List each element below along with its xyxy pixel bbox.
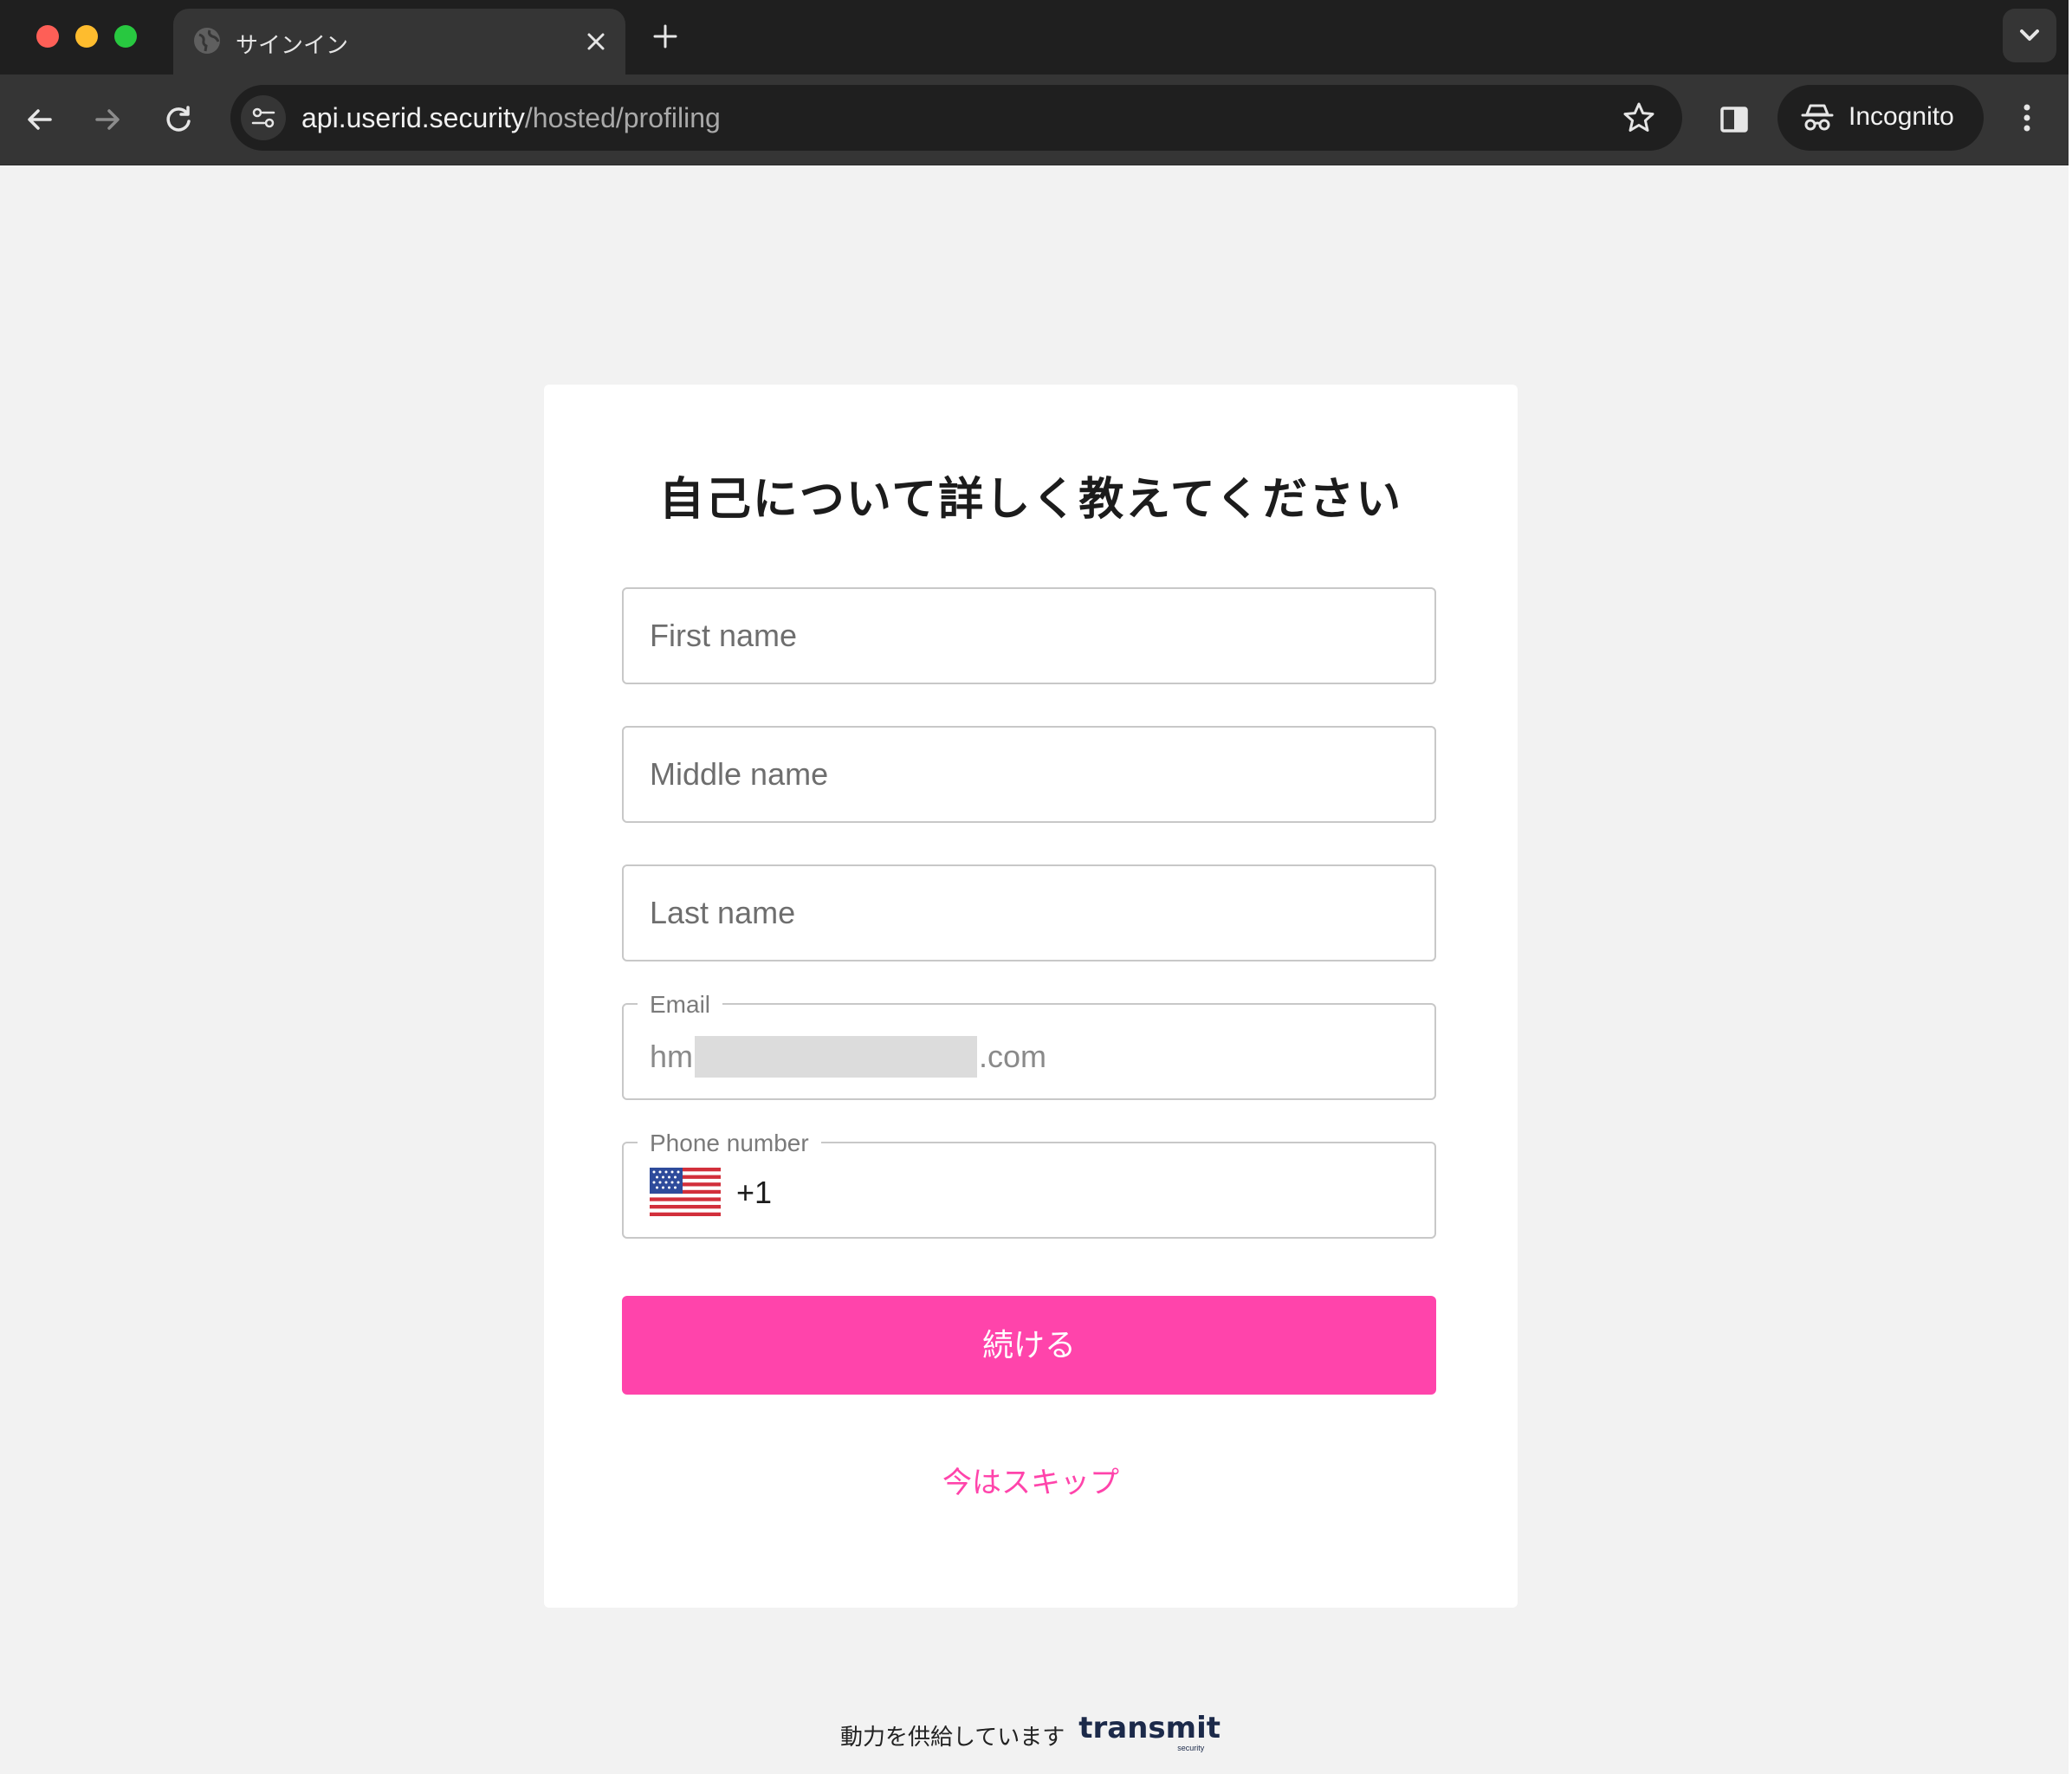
phone-number-field[interactable]: Phone number +1	[622, 1130, 1436, 1239]
browser-window: サインイン api.userid.security/hosted/profili…	[0, 0, 2069, 1774]
transmit-logo: transmit security	[1077, 1711, 1221, 1754]
incognito-label: Incognito	[1849, 102, 1954, 131]
us-flag-icon[interactable]	[650, 1168, 721, 1216]
minimize-window-button[interactable]	[75, 25, 98, 48]
last-name-field	[622, 864, 1436, 961]
powered-by-text: 動力を供給しています	[840, 1724, 1065, 1751]
address-bar[interactable]: api.userid.security/hosted/profiling	[230, 85, 1682, 151]
redacted-block	[695, 1036, 978, 1078]
new-tab-icon[interactable]	[651, 23, 679, 50]
last-name-input[interactable]	[650, 866, 1403, 960]
browser-toolbar: api.userid.security/hosted/profiling Inc…	[0, 74, 2069, 165]
email-label: Email	[638, 991, 723, 1019]
side-panel-icon[interactable]	[1717, 102, 1751, 137]
email-value: hm .com	[650, 1036, 1046, 1078]
first-name-field	[622, 587, 1436, 684]
url-host: api.userid.security	[301, 102, 525, 133]
url-path: /hosted/profiling	[524, 102, 721, 133]
tune-icon	[251, 107, 275, 128]
email-suffix: .com	[979, 1039, 1047, 1074]
more-menu-icon[interactable]	[2010, 100, 2044, 135]
close-window-button[interactable]	[36, 25, 59, 48]
profile-form-card: 自己について詳しく教えてください Email hm .com Phone num…	[544, 385, 1518, 1608]
url-text[interactable]: api.userid.security/hosted/profiling	[301, 102, 721, 134]
brand-name: transmit	[1078, 1711, 1221, 1745]
globe-icon	[194, 28, 220, 54]
first-name-input[interactable]	[650, 589, 1403, 683]
powered-by-footer: 動力を供給しています transmit security	[840, 1711, 1221, 1757]
email-prefix: hm	[650, 1039, 694, 1074]
back-arrow-icon[interactable]	[23, 102, 57, 137]
forward-arrow-icon[interactable]	[90, 102, 125, 137]
maximize-window-button[interactable]	[114, 25, 137, 48]
tab-signin[interactable]: サインイン	[173, 9, 625, 74]
bookmark-star-icon[interactable]	[1622, 100, 1656, 135]
middle-name-input[interactable]	[650, 728, 1403, 821]
tab-search-button[interactable]	[2003, 9, 2056, 62]
incognito-icon	[1801, 104, 1834, 131]
title-bar: サインイン	[0, 0, 2069, 74]
skip-link[interactable]: 今はスキップ	[544, 1459, 1518, 1501]
phone-dial-code[interactable]: +1	[736, 1175, 772, 1211]
phone-label: Phone number	[638, 1130, 821, 1157]
close-icon[interactable]	[584, 29, 608, 54]
brand-sub: security	[1177, 1744, 1205, 1752]
reload-icon[interactable]	[161, 102, 196, 137]
chevron-down-icon	[2020, 29, 2039, 41]
incognito-badge[interactable]: Incognito	[1777, 85, 1984, 151]
email-field[interactable]: Email hm .com	[622, 991, 1436, 1100]
site-info-button[interactable]	[241, 95, 286, 140]
page-title: 自己について詳しく教えてください	[658, 474, 1403, 526]
middle-name-field	[622, 726, 1436, 823]
tab-title: サインイン	[236, 33, 349, 59]
continue-button[interactable]: 続ける	[622, 1296, 1436, 1395]
